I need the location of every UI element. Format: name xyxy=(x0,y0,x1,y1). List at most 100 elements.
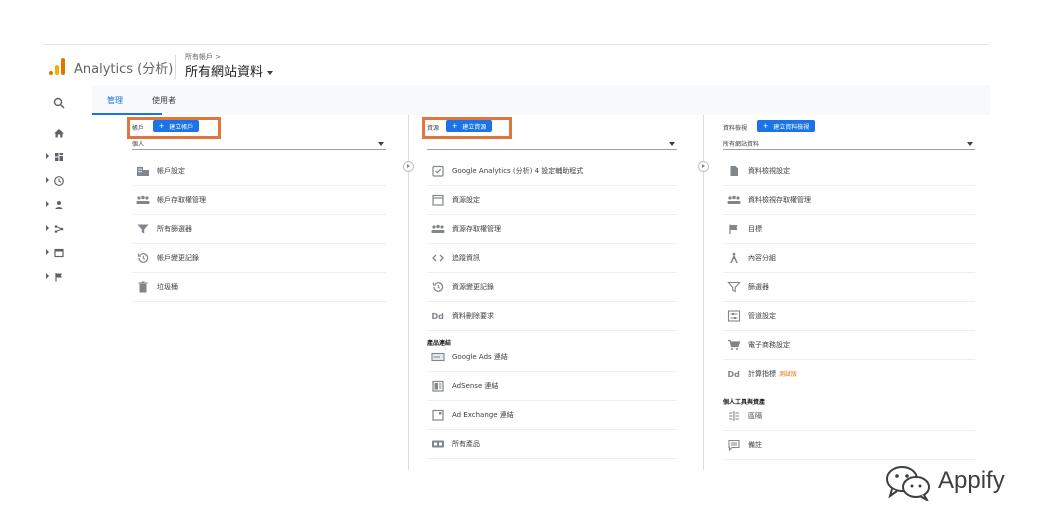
admin-tabs: 管理 使用者 xyxy=(92,85,990,115)
expand-arrow-icon xyxy=(46,153,49,159)
create-view-button[interactable]: + 建立資料檢視 xyxy=(757,120,816,132)
list-item-data-deletion[interactable]: Dd 資料刪除要求 xyxy=(427,302,677,331)
rail-conversions[interactable] xyxy=(43,267,92,287)
account-label: 帳戶 xyxy=(132,125,145,132)
search-icon xyxy=(53,97,65,109)
expand-arrow-icon xyxy=(46,201,49,207)
adexchange-icon xyxy=(432,409,444,421)
checklist-icon xyxy=(432,165,444,177)
item-label: 目標 xyxy=(748,225,762,233)
plus-icon: + xyxy=(159,121,165,131)
rail-behavior[interactable] xyxy=(43,243,92,263)
list-item-account-history[interactable]: 帳戶變更記錄 xyxy=(132,244,386,273)
list-item-property-settings[interactable]: 資源設定 xyxy=(427,186,677,215)
item-label: Ad Exchange 連結 xyxy=(452,411,514,419)
list-item-segments[interactable]: 區隔 xyxy=(723,402,975,431)
list-item-property-access[interactable]: 資源存取權管理 xyxy=(427,215,677,244)
list-item-adexchange-link[interactable]: Ad Exchange 連結 xyxy=(427,401,677,430)
list-item-content-grouping[interactable]: 內容分組 xyxy=(723,244,975,273)
view-title: 所有網站資料 xyxy=(185,65,264,80)
expand-arrow-icon xyxy=(46,177,49,183)
beta-badge: 測試版 xyxy=(779,371,798,378)
plus-icon: + xyxy=(452,121,458,131)
list-item-goals[interactable]: 目標 xyxy=(723,215,975,244)
list-item-account-settings[interactable]: 帳戶設定 xyxy=(132,157,386,186)
chevron-down-icon xyxy=(378,142,384,146)
clock-icon xyxy=(54,176,64,186)
list-item-channel-settings[interactable]: 管道設定 xyxy=(723,302,975,331)
watermark-text: Appify xyxy=(938,467,1005,494)
item-label: 計算指標 測試版 xyxy=(748,369,797,379)
item-label: 資源存取權管理 xyxy=(452,225,501,233)
person-walk-icon xyxy=(730,252,738,264)
rail-home[interactable] xyxy=(43,123,92,143)
header-divider xyxy=(175,55,176,79)
filter-icon xyxy=(137,224,149,234)
list-item-view-filters[interactable]: 篩選器 xyxy=(723,273,975,302)
view-select[interactable]: 所有網站資料 xyxy=(723,139,975,150)
tab-users[interactable]: 使用者 xyxy=(152,95,176,106)
wechat-icon xyxy=(886,466,930,501)
tab-admin[interactable]: 管理 xyxy=(107,95,123,106)
analytics-app: Analytics (分析) 所有帳戶 > 所有網站資料 管理 使用者 帳戶 +… xyxy=(43,44,990,470)
analytics-logo-icon[interactable] xyxy=(49,57,65,75)
rail-audience[interactable] xyxy=(43,195,92,215)
item-label: 所有篩選器 xyxy=(157,225,192,233)
item-label: 帳戶設定 xyxy=(157,167,185,175)
list-item-ga4-setup[interactable]: Google Analytics (分析) 4 設定輔助程式 xyxy=(427,157,677,186)
people-icon xyxy=(136,195,150,204)
dd-icon: Dd xyxy=(728,370,741,379)
item-label: 電子商務設定 xyxy=(748,341,790,349)
item-label: 追蹤資訊 xyxy=(452,254,480,262)
list-item-all-products[interactable]: 所有產品 xyxy=(427,430,677,459)
create-account-button[interactable]: + 建立帳戶 xyxy=(153,120,200,132)
item-label: 帳戶存取權管理 xyxy=(157,196,206,204)
rail-customization[interactable] xyxy=(43,147,92,167)
people-icon xyxy=(431,224,445,233)
rail-search[interactable] xyxy=(43,93,92,113)
create-view-label: 建立資料檢視 xyxy=(773,125,810,131)
dd-icon: Dd xyxy=(432,312,445,321)
item-label: Google Ads 連結 xyxy=(452,353,508,361)
document-icon xyxy=(730,166,738,176)
ads-icon xyxy=(431,352,445,362)
list-item-all-filters[interactable]: 所有篩選器 xyxy=(132,215,386,244)
list-item-view-settings[interactable]: 資料檢視設定 xyxy=(723,157,975,186)
list-item-account-access[interactable]: 帳戶存取權管理 xyxy=(132,186,386,215)
trash-icon xyxy=(138,281,148,293)
list-item-tracking-info[interactable]: 追蹤資訊 xyxy=(427,244,677,273)
view-label: 資料檢視 xyxy=(723,125,748,132)
expand-arrow-icon xyxy=(46,225,49,231)
list-item-calculated-metrics[interactable]: Dd 計算指標 測試版 xyxy=(723,360,975,388)
list-item-ecommerce-settings[interactable]: 電子商務設定 xyxy=(723,331,975,360)
view-selector[interactable]: 所有網站資料 xyxy=(185,61,274,80)
list-item-property-history[interactable]: 資源變更記錄 xyxy=(427,273,677,302)
item-label: 篩選器 xyxy=(748,283,769,291)
expand-arrow-icon xyxy=(46,273,49,279)
create-property-button[interactable]: + 建立資源 xyxy=(446,120,493,132)
window-icon xyxy=(432,194,444,206)
list-item-view-access[interactable]: 資料檢視存取權管理 xyxy=(723,186,975,215)
rail-acquisition[interactable] xyxy=(43,219,92,239)
item-label: 資源變更記錄 xyxy=(452,283,494,291)
rail-realtime[interactable] xyxy=(43,171,92,191)
building-icon xyxy=(137,167,149,176)
property-column: 資源 + 建立資源 Google Analytics (分析) 4 設定輔助程式 … xyxy=(422,115,702,470)
list-item-annotations[interactable]: 備註 xyxy=(723,431,975,460)
svg-text:Dd: Dd xyxy=(728,370,741,379)
people-icon xyxy=(727,195,741,204)
view-column: 資料檢視 + 建立資料檢視 所有網站資料 資料檢視設定 資料檢視存取權管理 目標 xyxy=(722,115,982,470)
account-select[interactable]: 個人 xyxy=(132,139,386,150)
list-item-adsense-link[interactable]: AdSense 連結 xyxy=(427,372,677,401)
home-icon xyxy=(54,129,64,138)
expand-arrow-icon[interactable] xyxy=(403,161,414,172)
property-select[interactable] xyxy=(427,139,677,150)
account-column: 帳戶 + 建立帳戶 個人 帳戶設定 帳戶存取權管理 所有篩選器 帳戶變更記錄 垃… xyxy=(92,115,402,470)
segments-icon xyxy=(729,411,739,421)
list-item-trash[interactable]: 垃圾桶 xyxy=(132,273,386,302)
app-title: Analytics (分析) xyxy=(74,62,174,77)
channel-icon xyxy=(727,310,741,322)
list-item-google-ads-link[interactable]: Google Ads 連結 xyxy=(427,343,677,372)
expand-arrow-icon[interactable] xyxy=(698,161,709,172)
dashboard-icon xyxy=(55,153,63,161)
